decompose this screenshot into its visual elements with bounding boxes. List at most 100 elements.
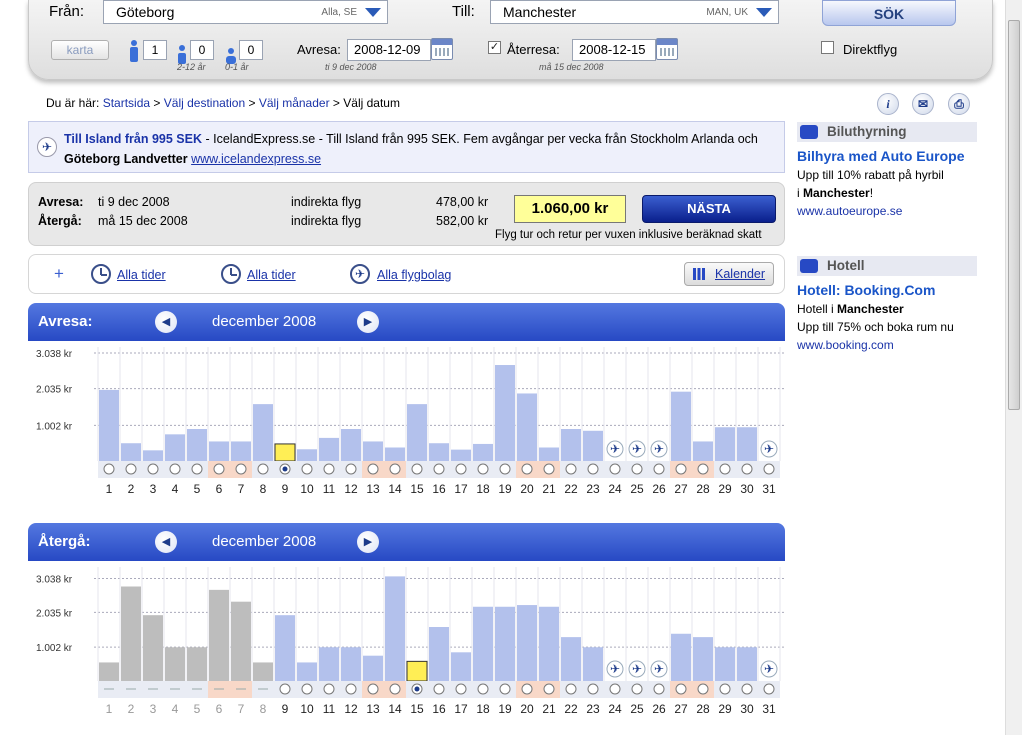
price-bar-day-18[interactable] — [473, 606, 493, 681]
day-radio-21[interactable] — [543, 463, 555, 475]
price-bar-day-18[interactable] — [473, 443, 493, 461]
price-bar-day-21[interactable] — [539, 447, 559, 461]
price-bar-day-17[interactable] — [451, 652, 471, 681]
hotel-ad-title[interactable]: Hotell: Booking.Com — [797, 282, 935, 298]
day-radio-15[interactable] — [411, 463, 423, 475]
price-bar-day-29[interactable] — [715, 427, 735, 461]
adults-input[interactable]: 1 — [143, 40, 167, 60]
day-radio-17[interactable] — [455, 683, 467, 695]
from-field[interactable]: Göteborg Alla, SE — [103, 0, 388, 24]
day-radio-23[interactable] — [587, 683, 599, 695]
day-radio-26[interactable] — [653, 683, 665, 695]
price-bar-day-6[interactable] — [209, 589, 229, 681]
price-bar-day-6[interactable] — [209, 441, 229, 461]
day-radio-9[interactable] — [279, 683, 291, 695]
day-radio-29[interactable] — [719, 683, 731, 695]
price-bar-day-30[interactable] — [737, 427, 757, 461]
car-ad-title[interactable]: Bilhyra med Auto Europe — [797, 148, 965, 164]
info-icon[interactable]: i — [877, 93, 899, 115]
to-field[interactable]: Manchester MAN, UK — [490, 0, 779, 24]
price-bar-day-28[interactable] — [693, 637, 713, 681]
price-bar-day-11[interactable] — [319, 647, 339, 681]
price-bar-day-10[interactable] — [297, 662, 317, 681]
day-radio-27[interactable] — [675, 463, 687, 475]
next-month-button[interactable]: ▶ — [357, 531, 379, 553]
day-radio-10[interactable] — [301, 683, 313, 695]
day-radio-27[interactable] — [675, 683, 687, 695]
price-bar-day-23[interactable] — [583, 430, 603, 461]
chevron-down-icon[interactable] — [365, 8, 381, 17]
price-bar-day-7[interactable] — [231, 441, 251, 461]
day-radio-20[interactable] — [521, 463, 533, 475]
day-radio-2[interactable] — [125, 463, 137, 475]
price-bar-day-4[interactable] — [165, 434, 185, 461]
next-button[interactable]: NÄSTA — [642, 195, 776, 223]
day-radio-6[interactable] — [213, 463, 225, 475]
day-radio-25[interactable] — [631, 463, 643, 475]
day-radio-31[interactable] — [763, 683, 775, 695]
price-bar-day-30[interactable] — [737, 647, 757, 681]
day-radio-7[interactable] — [235, 463, 247, 475]
price-bar-day-3[interactable] — [143, 450, 163, 461]
price-bar-day-2[interactable] — [121, 443, 141, 461]
day-radio-20[interactable] — [521, 683, 533, 695]
airline-filter[interactable]: Alla flygbolag — [377, 268, 451, 282]
breadcrumb-home[interactable]: Startsida — [103, 96, 150, 110]
price-bar-day-19[interactable] — [495, 365, 515, 461]
day-radio-16[interactable] — [433, 463, 445, 475]
day-radio-31[interactable] — [763, 463, 775, 475]
price-bar-day-1[interactable] — [99, 389, 119, 461]
day-radio-17[interactable] — [455, 463, 467, 475]
return-date-input[interactable]: 2008-12-15 — [572, 39, 656, 61]
prev-month-button[interactable]: ◀ — [155, 311, 177, 333]
day-radio-19[interactable] — [499, 463, 511, 475]
car-ad-link[interactable]: www.autoeurope.se — [797, 204, 902, 218]
ad-title[interactable]: Till Island från 995 SEK — [64, 132, 202, 146]
map-button[interactable]: karta — [51, 40, 109, 60]
price-bar-day-27[interactable] — [671, 633, 691, 681]
ad-link[interactable]: www.icelandexpress.se — [191, 152, 321, 166]
day-radio-14[interactable] — [389, 683, 401, 695]
infants-input[interactable]: 0 — [239, 40, 263, 60]
day-radio-24[interactable] — [609, 683, 621, 695]
day-radio-12[interactable] — [345, 683, 357, 695]
day-radio-26[interactable] — [653, 463, 665, 475]
calendar-icon[interactable] — [656, 38, 678, 60]
day-radio-28[interactable] — [697, 683, 709, 695]
price-bar-day-8[interactable] — [253, 662, 273, 681]
price-bar-day-22[interactable] — [561, 637, 581, 681]
price-bar-day-7[interactable] — [231, 601, 251, 681]
price-bar-day-19[interactable] — [495, 606, 515, 681]
price-bar-day-12[interactable] — [341, 647, 361, 681]
scrollbar-thumb[interactable] — [1008, 20, 1020, 410]
outbound-times-filter[interactable]: Alla tider — [117, 268, 166, 282]
day-radio-11[interactable] — [323, 463, 335, 475]
day-radio-25[interactable] — [631, 683, 643, 695]
price-bar-day-3[interactable] — [143, 615, 163, 681]
price-bar-day-17[interactable] — [451, 449, 471, 461]
day-radio-23[interactable] — [587, 463, 599, 475]
day-radio-11[interactable] — [323, 683, 335, 695]
price-bar-day-12[interactable] — [341, 429, 361, 461]
price-bar-day-15[interactable] — [406, 660, 428, 682]
search-button[interactable]: SÖK — [822, 0, 956, 26]
price-bar-day-5[interactable] — [187, 647, 207, 681]
price-bar-day-29[interactable] — [715, 647, 735, 681]
price-bar-day-16[interactable] — [429, 443, 449, 461]
hotel-ad-link[interactable]: www.booking.com — [797, 338, 894, 352]
day-radio-13[interactable] — [367, 463, 379, 475]
price-bar-day-20[interactable] — [517, 605, 537, 681]
price-bar-day-9[interactable] — [274, 443, 296, 462]
day-radio-19[interactable] — [499, 683, 511, 695]
print-icon[interactable]: ⎙ — [948, 93, 970, 115]
day-radio-28[interactable] — [697, 463, 709, 475]
price-bar-day-9[interactable] — [275, 615, 295, 681]
price-bar-day-27[interactable] — [671, 391, 691, 461]
price-bar-day-1[interactable] — [99, 662, 119, 681]
inbound-times-filter[interactable]: Alla tider — [247, 268, 296, 282]
depart-date-input[interactable]: 2008-12-09 — [347, 39, 431, 61]
day-radio-30[interactable] — [741, 683, 753, 695]
price-bar-day-11[interactable] — [319, 437, 339, 461]
day-radio-18[interactable] — [477, 463, 489, 475]
day-radio-21[interactable] — [543, 683, 555, 695]
